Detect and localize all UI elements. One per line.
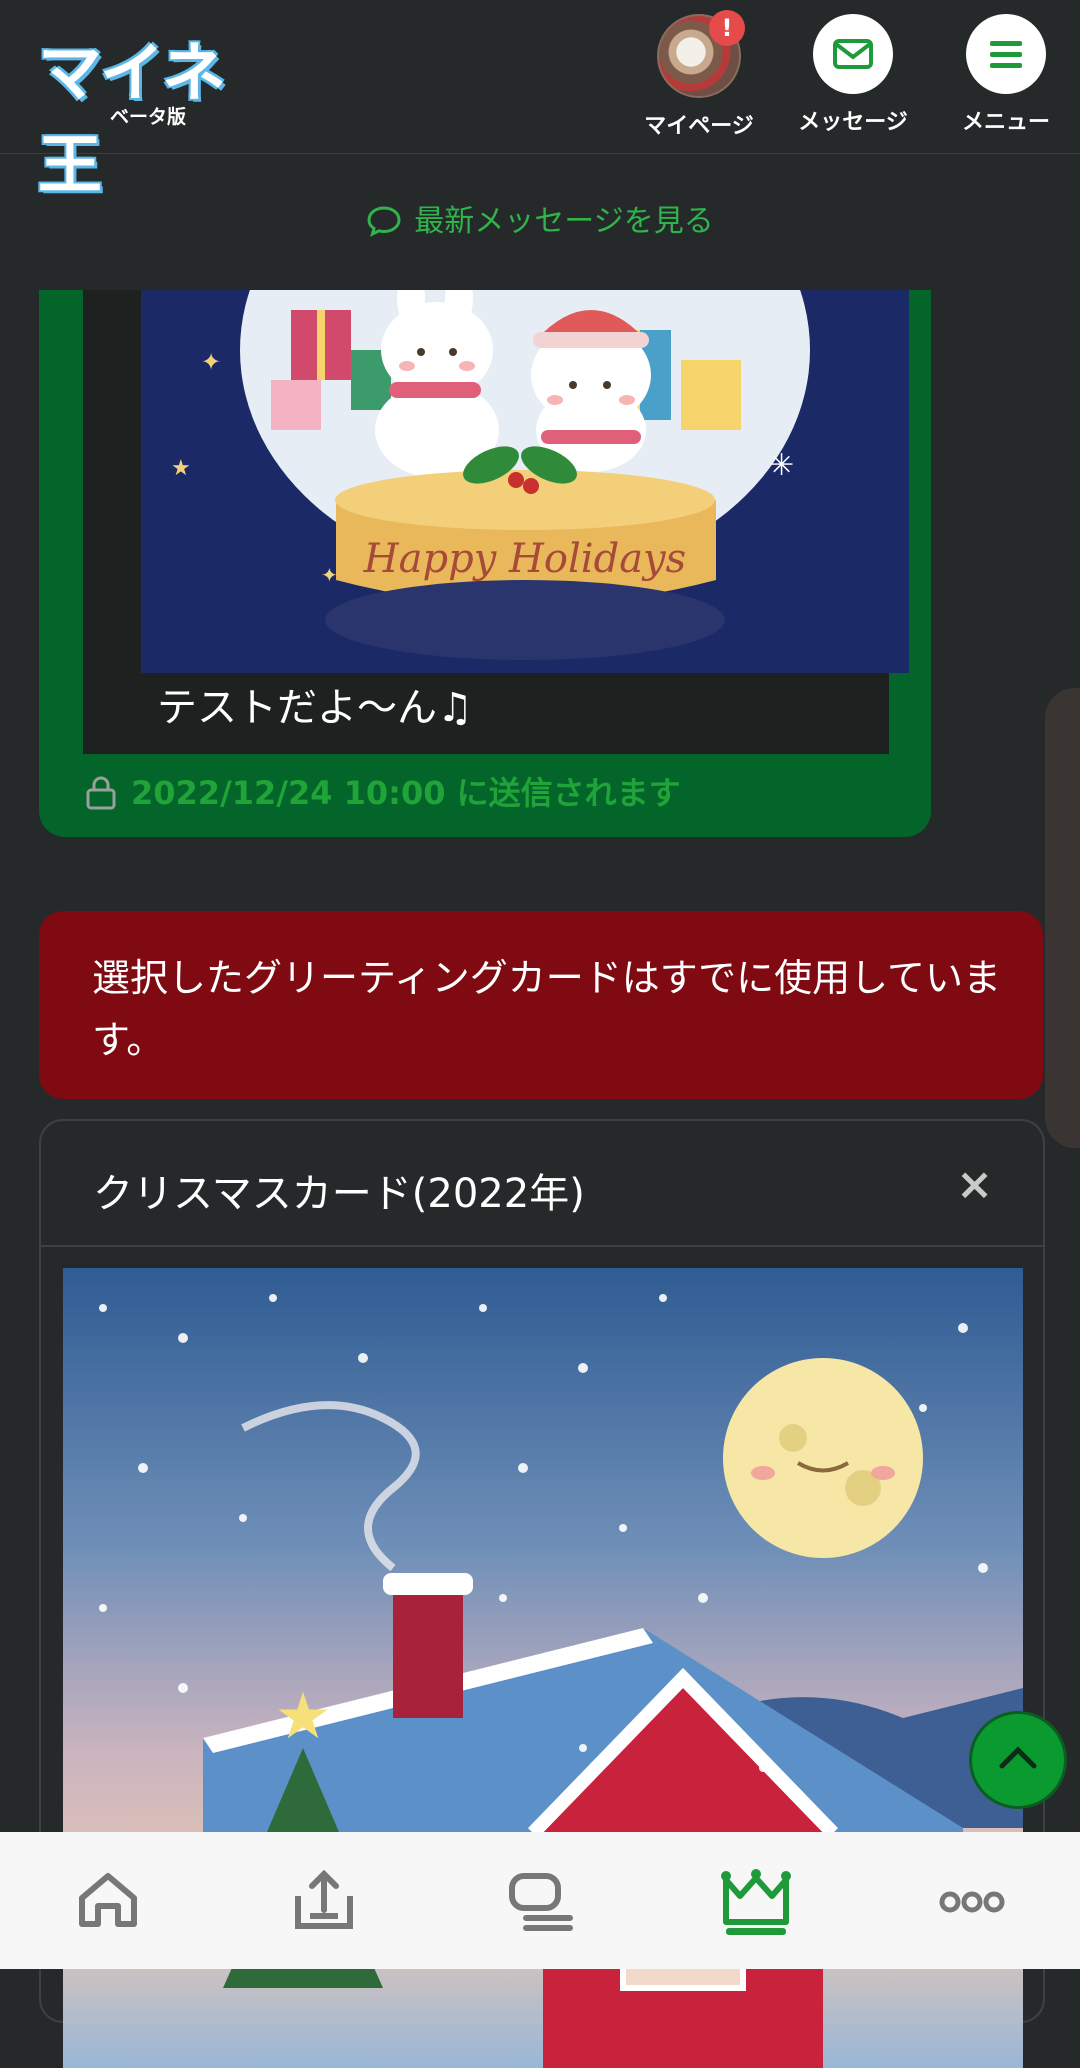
holiday-snowglobe-image: Happy Holidays ✦ ★ ✳ ✦ — [141, 290, 909, 673]
bottom-tab-bar — [0, 1832, 1080, 1969]
notification-badge: ! — [709, 10, 745, 46]
side-scroll-handle[interactable] — [1045, 688, 1080, 1148]
schedule-text: 2022/12/24 10:00 に送信されます — [131, 774, 681, 812]
avatar: ! — [657, 10, 745, 98]
app-header: マイネ王 ベータ版 ! マイページ メッセージ メニュー — [0, 0, 1080, 203]
crown-icon[interactable] — [716, 1866, 796, 1936]
menu-button[interactable]: メニュー — [941, 14, 1071, 139]
messages-label: メッセージ — [798, 110, 908, 135]
panel-title: クリスマスカード(2022年) — [93, 1171, 585, 1217]
chevron-up-icon — [999, 1746, 1037, 1769]
menu-label: メニュー — [961, 110, 1050, 135]
error-alert-text: 選択したグリーティングカードはすでに使用しています。 — [92, 956, 1001, 1062]
card-message: テストだよ〜ん♫ — [157, 685, 473, 731]
speech-bubble-icon — [367, 206, 401, 237]
logo-subtitle: ベータ版 — [110, 106, 187, 128]
close-icon[interactable]: × — [956, 1159, 993, 1210]
hamburger-icon — [966, 14, 1046, 94]
svg-text:✦: ✦ — [201, 348, 221, 376]
panel-header: クリスマスカード(2022年) × — [41, 1121, 1043, 1247]
site-logo[interactable]: マイネ王 ベータ版 — [38, 22, 258, 203]
envelope-icon — [813, 14, 893, 94]
schedule-status: 2022/12/24 10:00 に送信されます — [85, 768, 681, 814]
happy-holidays-text: Happy Holidays — [363, 536, 686, 582]
upload-icon[interactable] — [284, 1866, 364, 1936]
svg-text:★: ★ — [274, 1680, 331, 1754]
error-alert: 選択したグリーティングカードはすでに使用しています。 — [39, 911, 1043, 1099]
svg-text:✦: ✦ — [321, 563, 338, 587]
back-to-top-button[interactable] — [969, 1711, 1067, 1809]
mypage-button[interactable]: ! マイページ — [634, 10, 764, 139]
svg-text:★: ★ — [171, 456, 191, 481]
scheduled-card: Happy Holidays ✦ ★ ✳ ✦ テストだよ〜ん♫ 2022/12/… — [39, 290, 931, 837]
messages-button[interactable]: メッセージ — [788, 14, 918, 139]
chat-icon[interactable] — [500, 1866, 580, 1936]
svg-text:✳: ✳ — [769, 448, 794, 483]
mypage-label: マイページ — [644, 114, 754, 139]
lock-icon — [86, 776, 116, 810]
latest-messages-label: 最新メッセージを見る — [414, 204, 714, 239]
card-preview: Happy Holidays ✦ ★ ✳ ✦ テストだよ〜ん♫ — [83, 290, 909, 754]
home-icon[interactable] — [68, 1866, 148, 1936]
more-icon[interactable] — [932, 1866, 1012, 1936]
